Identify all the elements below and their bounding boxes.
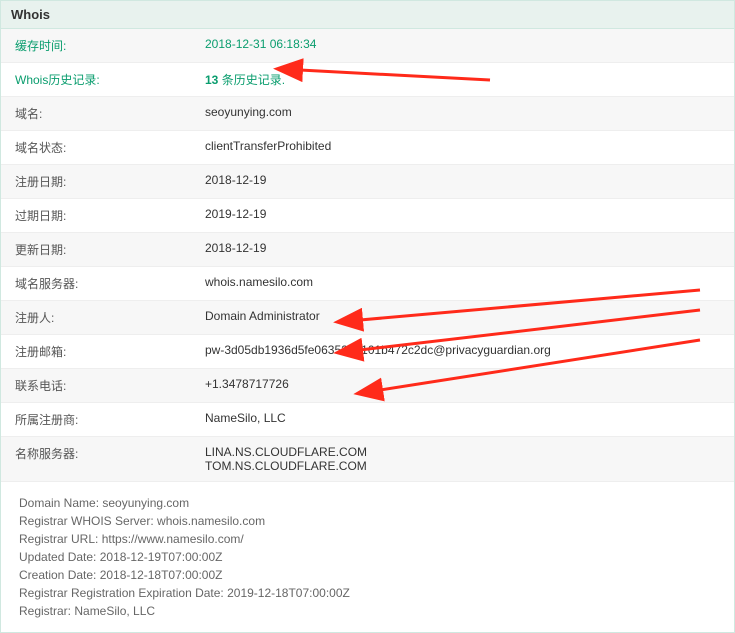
label-exp-date: 过期日期: bbox=[1, 199, 195, 232]
label-reg-date: 注册日期: bbox=[1, 165, 195, 198]
value-exp-date: 2019-12-19 bbox=[195, 199, 734, 232]
label-whois-history: Whois历史记录: bbox=[1, 63, 195, 96]
value-registrar: NameSilo, LLC bbox=[195, 403, 734, 436]
row-cache-time: 缓存时间:2018-12-31 06:18:34 bbox=[1, 29, 734, 63]
label-phone: 联系电话: bbox=[1, 369, 195, 402]
value-cache-time: 2018-12-31 06:18:34 bbox=[195, 29, 734, 62]
value-domain-name: seoyunying.com bbox=[195, 97, 734, 130]
value-whois-server: whois.namesilo.com bbox=[195, 267, 734, 300]
label-domain-name: 域名: bbox=[1, 97, 195, 130]
history-link-text[interactable]: 条历史记录. bbox=[218, 73, 285, 87]
label-registrar: 所属注册商: bbox=[1, 403, 195, 436]
row-phone: 联系电话:+1.3478717726 bbox=[1, 369, 734, 403]
row-registrant: 注册人:Domain Administrator bbox=[1, 301, 734, 335]
whois-panel: Whois 缓存时间:2018-12-31 06:18:34Whois历史记录:… bbox=[0, 0, 735, 633]
whois-rows: 缓存时间:2018-12-31 06:18:34Whois历史记录:13 条历史… bbox=[1, 29, 734, 482]
row-whois-server: 域名服务器:whois.namesilo.com bbox=[1, 267, 734, 301]
label-cache-time: 缓存时间: bbox=[1, 29, 195, 62]
panel-title: Whois bbox=[1, 1, 734, 29]
label-upd-date: 更新日期: bbox=[1, 233, 195, 266]
value-reg-email: pw-3d05db1936d5fe0635213101b472c2dc@priv… bbox=[195, 335, 734, 368]
row-registrar: 所属注册商:NameSilo, LLC bbox=[1, 403, 734, 437]
row-domain-name: 域名:seoyunying.com bbox=[1, 97, 734, 131]
value-registrant: Domain Administrator bbox=[195, 301, 734, 334]
row-reg-date: 注册日期:2018-12-19 bbox=[1, 165, 734, 199]
row-whois-history: Whois历史记录:13 条历史记录. bbox=[1, 63, 734, 97]
history-count[interactable]: 13 bbox=[205, 73, 218, 87]
value-nameservers: LINA.NS.CLOUDFLARE.COM TOM.NS.CLOUDFLARE… bbox=[195, 437, 734, 481]
label-registrant: 注册人: bbox=[1, 301, 195, 334]
value-reg-date: 2018-12-19 bbox=[195, 165, 734, 198]
label-whois-server: 域名服务器: bbox=[1, 267, 195, 300]
value-upd-date: 2018-12-19 bbox=[195, 233, 734, 266]
raw-whois-block: Domain Name: seoyunying.com Registrar WH… bbox=[1, 482, 734, 632]
row-nameservers: 名称服务器:LINA.NS.CLOUDFLARE.COM TOM.NS.CLOU… bbox=[1, 437, 734, 482]
value-whois-history[interactable]: 13 条历史记录. bbox=[195, 63, 734, 96]
label-nameservers: 名称服务器: bbox=[1, 437, 195, 481]
label-domain-status: 域名状态: bbox=[1, 131, 195, 164]
row-reg-email: 注册邮箱:pw-3d05db1936d5fe0635213101b472c2dc… bbox=[1, 335, 734, 369]
label-reg-email: 注册邮箱: bbox=[1, 335, 195, 368]
row-exp-date: 过期日期:2019-12-19 bbox=[1, 199, 734, 233]
row-domain-status: 域名状态:clientTransferProhibited bbox=[1, 131, 734, 165]
row-upd-date: 更新日期:2018-12-19 bbox=[1, 233, 734, 267]
value-phone: +1.3478717726 bbox=[195, 369, 734, 402]
value-domain-status: clientTransferProhibited bbox=[195, 131, 734, 164]
